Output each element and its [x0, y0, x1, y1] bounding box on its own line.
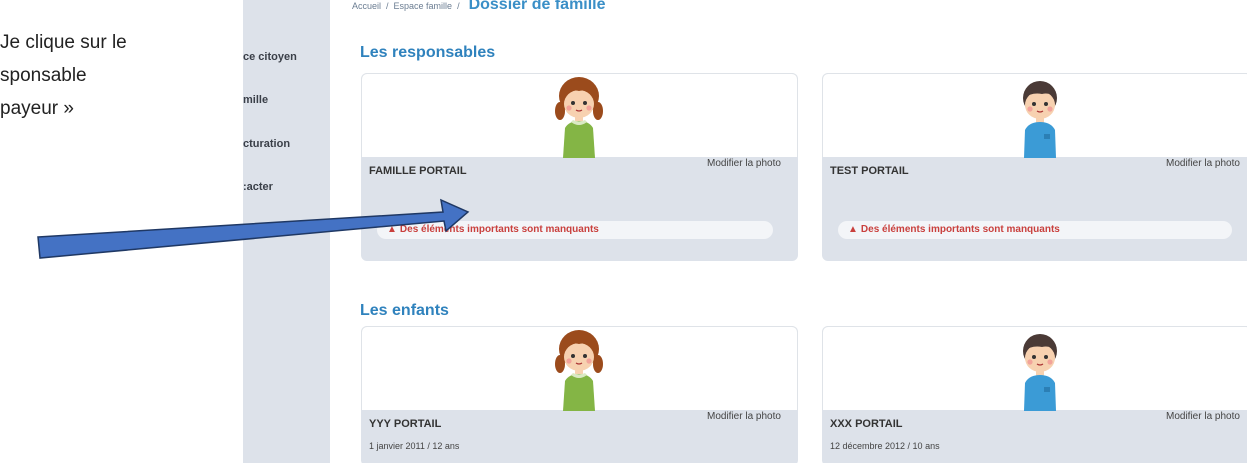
annotation-line: payeur » [0, 98, 74, 119]
boy-avatar-icon [1023, 81, 1057, 158]
warning-icon: ▲ [387, 224, 397, 235]
missing-elements-alert[interactable]: ▲ Des éléments importants sont manquants [838, 221, 1232, 239]
modifier-photo-link[interactable]: Modifier la photo [1166, 411, 1240, 422]
annotation-line: Je clique sur le [0, 32, 127, 53]
enfant-name: YYY PORTAIL [369, 418, 442, 430]
annotation-text: Je clique sur le sponsable payeur » [0, 30, 240, 122]
section-title-responsables: Les responsables [360, 44, 496, 61]
annotation-line: sponsable [0, 65, 87, 86]
enfant-card[interactable]: XXX PORTAIL Modifier la photo 12 décembr… [822, 326, 1247, 463]
enfant-card[interactable]: YYY PORTAIL Modifier la photo 1 janvier … [361, 326, 798, 463]
responsable-name: TEST PORTAIL [830, 165, 909, 177]
enfant-birthdate: 12 décembre 2012 / 10 ans [830, 441, 940, 451]
sidebar-item-espace-citoyen[interactable]: ce citoyen [243, 51, 297, 63]
breadcrumb: Accueil / Espace famille / Dossier de famill… [352, 0, 606, 14]
enfant-birthdate: 1 janvier 2011 / 12 ans [369, 441, 460, 451]
missing-elements-alert[interactable]: ▲ Des éléments importants sont manquants [377, 221, 773, 239]
responsable-card[interactable]: FAMILLE PORTAIL Modifier la photo ▲ Des é… [361, 73, 798, 261]
sidebar-item-facturation[interactable]: cturation [243, 138, 290, 150]
sidebar: ce citoyen mille cturation :acter [243, 0, 330, 463]
modifier-photo-link[interactable]: Modifier la photo [1166, 158, 1240, 169]
girl-avatar-icon [555, 330, 603, 411]
girl-avatar-icon [555, 77, 603, 158]
breadcrumb-item-espace-famille[interactable]: Espace famille [394, 1, 453, 11]
page-title: Dossier de famille [468, 0, 606, 13]
alert-text: Des éléments importants sont manquants [860, 224, 1060, 235]
sidebar-item-contacter[interactable]: :acter [243, 181, 273, 193]
alert-text: Des éléments importants sont manquants [399, 224, 599, 235]
responsable-card[interactable]: TEST PORTAIL Modifier la photo ▲ Des élém… [822, 73, 1247, 261]
modifier-photo-link[interactable]: Modifier la photo [707, 411, 781, 422]
modifier-photo-link[interactable]: Modifier la photo [707, 158, 781, 169]
responsable-name: FAMILLE PORTAIL [369, 165, 467, 177]
warning-icon: ▲ [848, 224, 858, 235]
breadcrumb-item-accueil[interactable]: Accueil [352, 1, 381, 11]
sidebar-item-famille[interactable]: mille [243, 94, 268, 106]
boy-avatar-icon [1023, 334, 1057, 411]
section-title-enfants: Les enfants [360, 302, 449, 319]
enfant-name: XXX PORTAIL [830, 418, 903, 430]
